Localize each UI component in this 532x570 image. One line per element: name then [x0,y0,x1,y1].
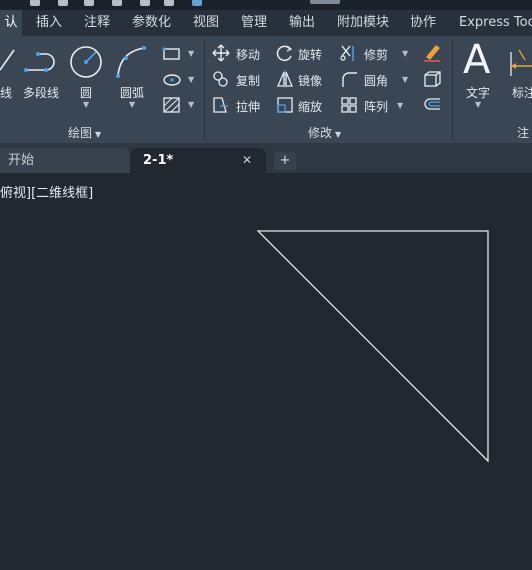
modify-panel-title-text: 修改 [308,126,333,140]
array-dropdown-icon[interactable]: ▼ [397,101,403,110]
title-bar [0,0,532,10]
quick-access-icon[interactable] [164,0,174,6]
move-label[interactable]: 移动 [236,46,260,63]
fillet-label[interactable]: 圆角 [364,72,388,89]
polyline-tool-label[interactable]: 多段线 [23,84,59,101]
rotate-icon[interactable] [276,44,294,62]
erase-icon[interactable] [422,42,442,62]
quick-access-icon[interactable] [140,0,150,6]
tab-default[interactable]: 认 [0,10,22,36]
mirror-label[interactable]: 镜像 [298,72,322,89]
line-icon[interactable] [0,44,20,76]
rectangle-dropdown-icon[interactable]: ▼ [188,49,194,58]
mirror-icon[interactable] [276,70,294,88]
array-icon[interactable] [340,96,358,114]
plus-icon: + [279,153,291,168]
quick-access-icon[interactable] [84,0,94,6]
trim-dropdown-icon[interactable]: ▼ [402,49,408,58]
tab-view[interactable]: 视图 [193,10,219,36]
chevron-down-icon: ▼ [95,130,102,139]
polyline-icon[interactable] [24,46,64,78]
line-tool-label[interactable]: 线 [0,84,12,101]
new-tab-button[interactable]: + [274,152,296,170]
quick-access-icon[interactable] [30,0,40,6]
quick-access-icon[interactable] [58,0,68,6]
draw-panel-title[interactable]: 绘图 ▼ [68,124,101,141]
tab-addins[interactable]: 附加模块 [337,10,389,36]
text-tool-label[interactable]: 文字 [466,84,490,101]
document-tab-bar: 开始 2-1* ✕ + [0,143,532,173]
circle-dropdown-icon[interactable]: ▼ [83,100,89,109]
rotate-label[interactable]: 旋转 [298,46,322,63]
arc-tool-label[interactable]: 圆弧 [120,84,144,101]
ellipse-icon[interactable] [162,72,182,88]
stretch-label[interactable]: 拉伸 [236,98,260,115]
hatch-icon[interactable] [162,96,182,114]
hatch-dropdown-icon[interactable]: ▼ [188,100,194,109]
tab-drawing[interactable]: 2-1* ✕ [130,148,266,173]
scale-icon[interactable] [276,96,294,114]
tab-express-tools[interactable]: Express Too [459,10,532,36]
tab-annotate[interactable]: 注释 [84,10,110,36]
trim-icon[interactable] [340,44,360,62]
offset-icon[interactable] [422,96,442,114]
tab-insert[interactable]: 插入 [36,10,62,36]
quick-access-icon[interactable] [112,0,122,6]
panel-divider [452,40,453,140]
modify-panel-title[interactable]: 修改 ▼ [308,124,341,141]
quick-access-icon[interactable] [192,0,202,6]
panel-divider [204,40,205,140]
circle-icon[interactable] [68,44,104,80]
arc-icon[interactable] [114,44,150,80]
array-label[interactable]: 阵列 [364,98,388,115]
move-icon[interactable] [212,44,230,62]
ellipse-dropdown-icon[interactable]: ▼ [188,75,194,84]
arc-dropdown-icon[interactable]: ▼ [129,100,135,109]
chevron-down-icon: ▼ [335,130,342,139]
close-icon[interactable]: ✕ [242,148,252,173]
ribbon-tab-bar: 认 插入 注释 参数化 视图 管理 输出 附加模块 协作 Express Too [0,10,532,36]
fillet-dropdown-icon[interactable]: ▼ [402,75,408,84]
copy-icon[interactable] [212,70,230,88]
scale-label[interactable]: 缩放 [298,98,322,115]
tab-start-label: 开始 [8,153,35,168]
tab-manage[interactable]: 管理 [241,10,267,36]
tab-drawing-label: 2-1* [143,153,174,168]
tab-output[interactable]: 输出 [289,10,315,36]
triangle-shape[interactable] [256,230,489,463]
drawing-canvas[interactable]: 俯视][二维线框] [0,173,532,570]
tab-collaborate[interactable]: 协作 [410,10,436,36]
rectangle-icon[interactable] [162,46,182,62]
copy-label[interactable]: 复制 [236,72,260,89]
title-text-fragment [310,0,340,4]
text-icon[interactable]: A [463,38,490,82]
annotation-panel-title[interactable]: 注 [517,124,529,141]
fillet-icon[interactable] [340,70,358,88]
dimension-icon[interactable] [505,46,532,80]
trim-label[interactable]: 修剪 [364,46,388,63]
stretch-icon[interactable] [212,96,230,114]
ribbon: 线 多段线 圆 ▼ 圆弧 ▼ ▼ ▼ ▼ 绘图 ▼ 移动 旋转 修剪 ▼ 复制 … [0,36,532,143]
text-dropdown-icon[interactable]: ▼ [475,100,481,109]
explode-icon[interactable] [422,70,442,88]
tab-start[interactable]: 开始 [0,148,130,173]
tab-parametric[interactable]: 参数化 [132,10,171,36]
circle-tool-label[interactable]: 圆 [80,84,92,101]
draw-panel-title-text: 绘图 [68,126,93,140]
drawing-area [256,230,489,463]
dimension-tool-label[interactable]: 标注 [512,84,532,101]
